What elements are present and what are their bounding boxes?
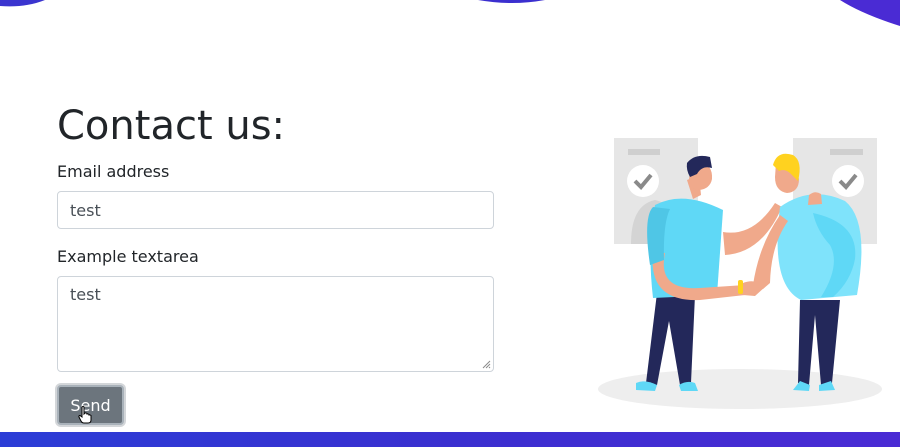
handshake-illustration [598, 138, 882, 409]
page-title: Contact us: [57, 103, 286, 149]
resize-handle-icon[interactable] [481, 359, 491, 369]
top-decoration [0, 0, 900, 26]
textarea-label: Example textarea [57, 247, 199, 266]
contact-form: Contact us: Email address Example textar… [57, 100, 497, 372]
hand-cursor-icon [78, 406, 92, 424]
message-textarea[interactable]: test [57, 276, 494, 372]
wrist-band [738, 280, 743, 294]
message-textarea-value: test [70, 285, 101, 304]
email-field[interactable] [57, 191, 494, 229]
footer-gradient-bar [0, 432, 900, 447]
email-label: Email address [57, 162, 170, 181]
